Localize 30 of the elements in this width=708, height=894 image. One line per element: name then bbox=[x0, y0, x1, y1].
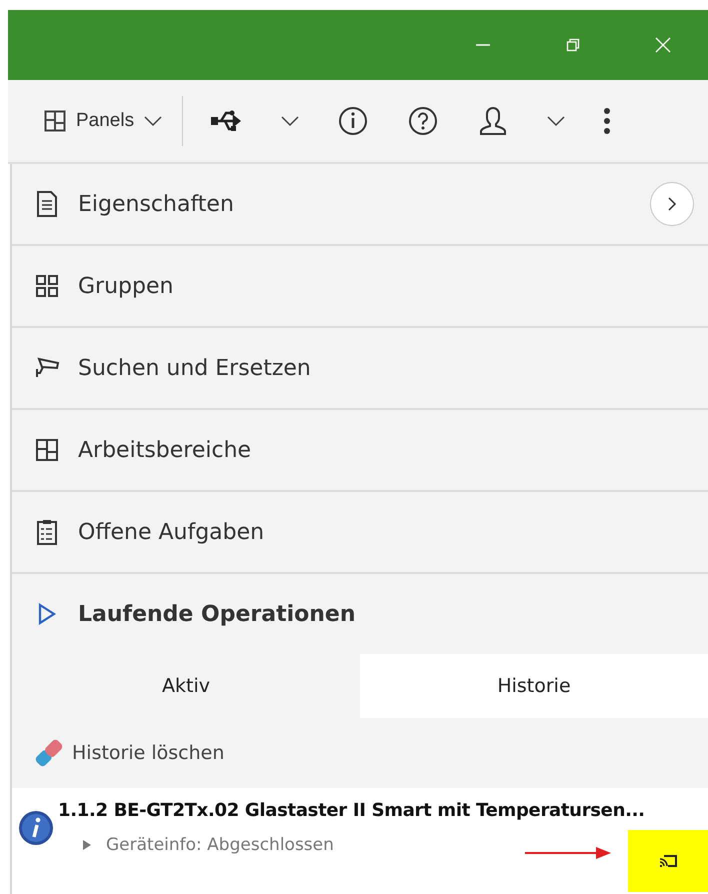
chevron-down-icon bbox=[547, 115, 566, 127]
more-icon bbox=[603, 107, 612, 135]
document-icon bbox=[34, 191, 60, 217]
expand-triangle-icon[interactable] bbox=[82, 839, 92, 851]
grid-icon bbox=[34, 274, 60, 298]
panel-title[interactable]: Gruppen bbox=[78, 274, 174, 298]
chevron-right-icon bbox=[666, 196, 678, 212]
panels-button[interactable]: Panels bbox=[44, 96, 174, 146]
clear-history-button[interactable]: Historie löschen bbox=[32, 736, 224, 770]
layout-icon bbox=[44, 110, 66, 132]
panel-title[interactable]: Eigenschaften bbox=[78, 192, 234, 216]
panel-title[interactable]: Offene Aufgaben bbox=[78, 520, 264, 544]
info-icon bbox=[337, 105, 370, 137]
restore-icon bbox=[565, 37, 581, 53]
layout-icon bbox=[34, 438, 60, 462]
chevron-down-icon bbox=[281, 115, 300, 127]
panel-title[interactable]: Suchen und Ersetzen bbox=[78, 356, 311, 380]
chevron-down-icon bbox=[144, 115, 162, 127]
history-entry-detail: Geräteinfo: Abgeschlossen bbox=[106, 835, 334, 855]
clipboard-icon bbox=[34, 519, 60, 545]
tab[interactable]: Historie bbox=[360, 654, 708, 718]
help-icon bbox=[407, 105, 440, 137]
panel-title[interactable]: Arbeitsbereiche bbox=[78, 438, 252, 462]
history-entry-title: 1.1.2 BE-GT2Tx.02 Glastaster II Smart mit Temperatursen... bbox=[58, 800, 645, 821]
camera-icon bbox=[34, 356, 60, 380]
panel-title: Laufende Operationen bbox=[78, 602, 356, 626]
minimize-icon bbox=[476, 44, 490, 46]
close-icon bbox=[654, 36, 672, 54]
cast-icon[interactable] bbox=[659, 854, 677, 868]
info-icon bbox=[18, 810, 54, 846]
